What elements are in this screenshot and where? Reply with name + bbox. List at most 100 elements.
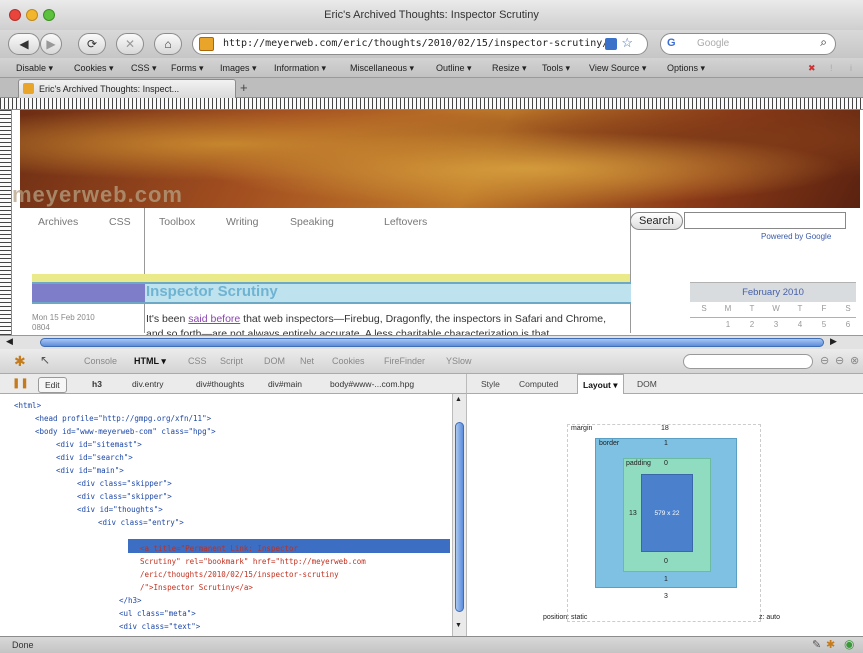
new-tab-button[interactable]: + xyxy=(240,80,248,95)
calendar-date[interactable]: 5 xyxy=(816,320,832,329)
webdev-menu-tools[interactable]: Tools ▾ xyxy=(542,58,570,78)
scroll-left-icon[interactable]: ◀ xyxy=(6,336,13,347)
html-tree-node[interactable]: <div class="text"> xyxy=(119,621,200,632)
side-tab-computed[interactable]: Computed xyxy=(519,374,558,394)
post-title[interactable]: Inspector Scrutiny xyxy=(146,282,278,302)
forward-button[interactable]: ▶ xyxy=(40,33,62,55)
side-tab-style[interactable]: Style xyxy=(481,374,500,394)
html-tree-node[interactable]: </h3> xyxy=(119,595,142,606)
nav-link-css[interactable]: CSS xyxy=(109,216,131,228)
firebug-search-input[interactable] xyxy=(683,354,813,369)
webdev-menu-view-source[interactable]: View Source ▾ xyxy=(589,58,646,78)
html-tree-node[interactable]: <a title="Permanent Link: Inspector xyxy=(140,543,298,554)
tab-cookies[interactable]: Cookies xyxy=(332,349,365,374)
tab-net[interactable]: Net xyxy=(300,349,314,374)
reload-button[interactable]: ⟳ xyxy=(78,33,106,55)
said-before-link[interactable]: said before xyxy=(188,313,240,325)
search-bar[interactable]: G Google ⌕ xyxy=(660,33,836,55)
warning-status-icon[interactable]: ! xyxy=(830,58,833,78)
crumb-div-main[interactable]: div#main xyxy=(268,374,302,394)
webdev-menu-cookies[interactable]: Cookies ▾ xyxy=(74,58,114,78)
html-tree-node[interactable]: <head profile="http://gmpg.org/xfn/11"> xyxy=(35,413,211,424)
page-horizontal-scrollbar[interactable]: ◀ ▶ xyxy=(0,335,863,349)
html-panel-scrollbar[interactable]: ▲ ▼ xyxy=(452,394,466,636)
padding-left-value[interactable]: 13 xyxy=(629,510,637,517)
crumb-body[interactable]: body#www-...com.hpg xyxy=(330,374,414,394)
html-tree-node[interactable]: <div class="skipper"> xyxy=(77,491,172,502)
site-search-button[interactable]: Search xyxy=(630,212,683,230)
html-tree-node[interactable]: <body id="www-meyerweb-com" class="hpg"> xyxy=(35,426,216,437)
html-tree-node[interactable]: <div class="entry"> xyxy=(98,517,184,528)
margin-bottom-value[interactable]: 3 xyxy=(664,593,668,600)
nav-link-speaking[interactable]: Speaking xyxy=(290,216,334,228)
status-pencil-icon[interactable]: ✎ xyxy=(812,638,821,651)
scroll-down-icon[interactable]: ▼ xyxy=(455,622,462,629)
html-tree-node[interactable]: <div class="skipper"> xyxy=(77,478,172,489)
tab-script[interactable]: Script xyxy=(220,349,243,374)
zoom-window-icon[interactable] xyxy=(43,9,55,21)
pause-icon[interactable]: ❚❚ xyxy=(12,374,29,394)
home-button[interactable]: ⌂ xyxy=(154,33,182,55)
calendar-date[interactable]: 3 xyxy=(768,320,784,329)
scroll-up-icon[interactable]: ▲ xyxy=(455,396,462,403)
tab-inspector-scrutiny[interactable]: Eric's Archived Thoughts: Inspect... xyxy=(18,79,236,98)
scroll-thumb[interactable] xyxy=(455,422,464,612)
info-status-icon[interactable]: i xyxy=(850,58,852,78)
tab-console[interactable]: Console xyxy=(84,349,117,374)
crumb-div-entry[interactable]: div.entry xyxy=(132,374,164,394)
html-tree-node[interactable]: <h3> xyxy=(119,530,137,541)
nav-link-writing[interactable]: Writing xyxy=(226,216,258,228)
html-tree-node[interactable]: <div id="search"> xyxy=(56,452,133,463)
html-tree-node[interactable]: <div id="main"> xyxy=(56,465,124,476)
search-icon[interactable]: ⌕ xyxy=(820,35,827,50)
firebug-bug-icon[interactable]: ✱ xyxy=(14,353,26,370)
crumb-h3[interactable]: h3 xyxy=(92,374,102,394)
html-tree-node[interactable]: <div id="thoughts"> xyxy=(77,504,163,515)
tab-yslow[interactable]: YSlow xyxy=(446,349,472,374)
html-tree-node[interactable]: /">Inspector Scrutiny</a> xyxy=(140,582,253,593)
padding-bottom-value[interactable]: 0 xyxy=(664,558,668,565)
close-window-icon[interactable] xyxy=(9,9,21,21)
html-tree-node[interactable]: <div id="sitemast"> xyxy=(56,439,142,450)
tab-css[interactable]: CSS xyxy=(188,349,207,374)
border-bottom-value[interactable]: 1 xyxy=(664,576,668,583)
crumb-div-thoughts[interactable]: div#thoughts xyxy=(196,374,244,394)
inspect-cursor-icon[interactable]: ↖ xyxy=(40,353,50,367)
webdev-menu-resize[interactable]: Resize ▾ xyxy=(492,58,527,78)
calendar-month[interactable]: February 2010 xyxy=(690,282,856,302)
calendar-date[interactable]: 2 xyxy=(744,320,760,329)
webdev-menu-miscellaneous[interactable]: Miscellaneous ▾ xyxy=(350,58,414,78)
webdev-menu-images[interactable]: Images ▾ xyxy=(220,58,257,78)
minimize-window-icon[interactable] xyxy=(26,9,38,21)
nav-link-archives[interactable]: Archives xyxy=(38,216,78,228)
html-tree-node[interactable]: <ul class="meta"> xyxy=(119,608,196,619)
firebug-menu-icon[interactable]: ⊖ xyxy=(820,354,829,367)
webdev-menu-disable[interactable]: Disable ▾ xyxy=(16,58,53,78)
box-model-content[interactable]: 579 x 22 xyxy=(641,474,693,552)
scroll-right-icon[interactable]: ▶ xyxy=(830,336,837,347)
stop-button[interactable]: ✕ xyxy=(116,33,144,55)
firebug-close-icon[interactable]: ⊗ xyxy=(850,354,859,367)
webdev-menu-css[interactable]: CSS ▾ xyxy=(131,58,157,78)
webdev-menu-information[interactable]: Information ▾ xyxy=(274,58,326,78)
bookmark-star-icon[interactable]: ☆ xyxy=(621,35,633,51)
calendar-date[interactable]: 6 xyxy=(840,320,856,329)
calendar-date[interactable]: 1 xyxy=(720,320,736,329)
powered-by-google[interactable]: Powered by Google xyxy=(761,232,831,241)
status-firebug-icon[interactable]: ✱ xyxy=(826,638,835,651)
back-button[interactable]: ◀ xyxy=(8,33,40,55)
error-status-icon[interactable]: ✖ xyxy=(808,58,816,78)
webdev-menu-forms[interactable]: Forms ▾ xyxy=(171,58,204,78)
webdev-menu-outline[interactable]: Outline ▾ xyxy=(436,58,472,78)
html-tree-node[interactable]: Scrutiny" rel="bookmark" href="http://me… xyxy=(140,556,366,567)
url-bar[interactable]: http://meyerweb.com/eric/thoughts/2010/0… xyxy=(192,33,648,55)
html-tree-node[interactable]: /eric/thoughts/2010/02/15/inspector-scru… xyxy=(140,569,339,580)
google-engine-icon[interactable]: G xyxy=(667,37,689,51)
border-top-value[interactable]: 1 xyxy=(664,440,668,447)
margin-top-value[interactable]: 18 xyxy=(661,425,669,432)
status-yslow-icon[interactable]: ◉ xyxy=(844,637,854,651)
side-tab-layout[interactable]: Layout ▾ xyxy=(577,374,624,395)
edit-button[interactable]: Edit xyxy=(38,377,67,393)
nav-link-leftovers[interactable]: Leftovers xyxy=(384,216,427,228)
webdev-menu-options[interactable]: Options ▾ xyxy=(667,58,705,78)
